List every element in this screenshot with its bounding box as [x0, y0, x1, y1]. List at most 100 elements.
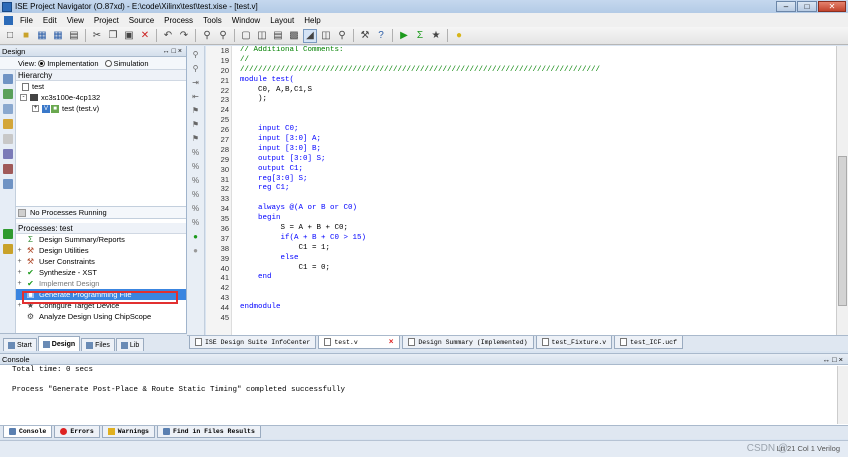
process-item[interactable]: + ⚒ User Constraints — [16, 256, 186, 267]
code-area[interactable]: // Additional Comments://///////////////… — [240, 46, 836, 323]
code-line[interactable]: else — [240, 254, 836, 264]
comment-icon[interactable]: % — [191, 148, 201, 158]
collapse-icon[interactable]: - — [20, 94, 27, 101]
bookmark-icon[interactable]: ⚑ — [191, 106, 201, 116]
uncomment-icon[interactable]: % — [191, 162, 201, 172]
layout-toggle-icon[interactable]: ◢ — [303, 28, 317, 43]
undo-icon[interactable]: ↶ — [161, 29, 175, 43]
close-button[interactable]: ✕ — [818, 1, 846, 12]
code-line[interactable] — [240, 194, 836, 204]
tab-files[interactable]: Files — [81, 338, 115, 351]
code-line[interactable]: if(A + B + C0 > 15) — [240, 234, 836, 244]
code-line[interactable] — [240, 293, 836, 303]
code-line[interactable]: C1 = 0; — [240, 264, 836, 274]
code-line[interactable]: reg[3:0] S; — [240, 175, 836, 185]
code-line[interactable]: output [3:0] S; — [240, 155, 836, 165]
close-tab-icon[interactable]: × — [389, 338, 394, 347]
tab-libraries[interactable]: Lib — [115, 338, 145, 351]
tab-warnings[interactable]: Warnings — [101, 426, 155, 438]
code-line[interactable] — [240, 283, 836, 293]
code-line[interactable]: reg C1; — [240, 184, 836, 194]
doc-tab[interactable]: ISE Design Suite InfoCenter — [189, 336, 317, 349]
simulation-radio[interactable] — [104, 59, 112, 67]
comment-block-icon[interactable]: % — [191, 176, 201, 186]
outdent-icon[interactable]: ⇤ — [191, 92, 201, 102]
window-tile-icon[interactable]: ◫ — [255, 29, 269, 43]
console-scrollbar[interactable] — [837, 366, 848, 424]
code-line[interactable]: ////////////////////////////////////////… — [240, 66, 836, 76]
indent-icon[interactable]: ⇥ — [191, 78, 201, 88]
add-source-icon[interactable] — [2, 89, 13, 99]
code-line[interactable]: end — [240, 273, 836, 283]
design-properties-icon[interactable] — [2, 164, 13, 174]
close-source-icon[interactable] — [2, 134, 13, 144]
code-line[interactable] — [240, 115, 836, 125]
code-line[interactable]: input [3:0] B; — [240, 145, 836, 155]
code-line[interactable]: C0, A,B,C1,S — [240, 86, 836, 96]
lightbulb-icon[interactable]: ● — [452, 29, 466, 43]
doc-tab[interactable]: Design Summary (Implemented) — [402, 336, 534, 349]
print-icon[interactable]: ▤ — [67, 29, 81, 43]
doc-tab[interactable]: test_ICF.ucf — [614, 336, 683, 349]
new-file-icon[interactable]: □ — [3, 29, 17, 43]
code-editor[interactable]: 18 19 20 21 22 23 24 25 26 27 28 29 30 31 32 33 34 35 36 37… — [206, 46, 836, 335]
menu-window[interactable]: Window — [227, 16, 265, 25]
paste-icon[interactable]: ▣ — [122, 29, 136, 43]
process-item[interactable]: + ✔ Synthesize - XST — [16, 267, 186, 278]
menu-tools[interactable]: Tools — [198, 16, 227, 25]
code-line[interactable]: // — [240, 56, 836, 66]
cut-icon[interactable]: ✂ — [90, 29, 104, 43]
sum-icon[interactable]: Σ — [413, 29, 427, 43]
tab-start[interactable]: Start — [3, 338, 37, 351]
minimize-button[interactable]: – — [776, 1, 796, 12]
panel-window-buttons[interactable]: ↔□× — [823, 354, 845, 364]
code-line[interactable]: S = A + B + C0; — [240, 224, 836, 234]
save-icon[interactable]: ▦ — [35, 29, 49, 43]
expand-icon[interactable]: + — [32, 105, 39, 112]
tools-icon[interactable]: ⚒ — [358, 29, 372, 43]
process-properties-icon[interactable] — [2, 244, 13, 254]
menu-process[interactable]: Process — [159, 16, 198, 25]
code-line[interactable]: module test( — [240, 76, 836, 86]
menu-layout[interactable]: Layout — [265, 16, 299, 25]
code-line[interactable]: output C1; — [240, 165, 836, 175]
open-source-icon[interactable] — [2, 119, 13, 129]
view-hierarchy-icon[interactable] — [2, 74, 13, 84]
open-folder-icon[interactable]: ■ — [19, 29, 33, 43]
run-icon[interactable]: ▶ — [397, 29, 411, 43]
bookmark-prev-icon[interactable]: ⚑ — [191, 134, 201, 144]
panel-window-buttons[interactable]: ↔□× — [163, 48, 184, 55]
code-line[interactable]: ); — [240, 95, 836, 105]
scrollbar-thumb[interactable] — [838, 156, 847, 306]
save-all-icon[interactable]: ▦ — [51, 29, 65, 43]
menu-edit[interactable]: Edit — [38, 16, 62, 25]
tab-errors[interactable]: Errors — [54, 426, 100, 438]
uncomment-block-icon[interactable]: % — [191, 190, 201, 200]
schematic-icon[interactable]: ◫ — [319, 29, 333, 43]
find-next-icon[interactable]: ⚲ — [216, 29, 230, 43]
process-item[interactable]: ⚙ Analyze Design Using ChipScope — [16, 311, 186, 322]
menu-project[interactable]: Project — [89, 16, 124, 25]
process-item[interactable]: + ⚒ Design Utilities — [16, 245, 186, 256]
process-item[interactable]: Σ Design Summary/Reports — [16, 234, 186, 245]
console-output[interactable]: Total time: 0 secs Process "Generate Post… — [0, 365, 848, 415]
window-cascade-icon[interactable]: ▢ — [239, 29, 253, 43]
insert-template-icon[interactable]: % — [191, 218, 201, 228]
window-max-icon[interactable]: ▩ — [287, 29, 301, 43]
redo-icon[interactable]: ↷ — [177, 29, 191, 43]
delete-icon[interactable]: ✕ — [138, 29, 152, 43]
doc-tab[interactable]: test.v × — [318, 336, 401, 349]
expand-icon[interactable]: + — [16, 267, 23, 278]
run-process-icon[interactable] — [2, 229, 13, 239]
doc-tab[interactable]: test_Fixture.v — [535, 336, 613, 349]
menu-source[interactable]: Source — [124, 16, 159, 25]
expand-icon[interactable]: + — [16, 278, 23, 289]
editor-scrollbar[interactable] — [836, 46, 848, 335]
tab-find-results[interactable]: Find in Files Results — [156, 426, 261, 438]
view-file-icon[interactable] — [2, 179, 13, 189]
help-context-icon[interactable]: ? — [374, 29, 388, 43]
zoom-icon[interactable]: ⚲ — [335, 29, 349, 43]
code-line[interactable]: begin — [240, 214, 836, 224]
code-line[interactable]: // Additional Comments: — [240, 46, 836, 56]
window-list-icon[interactable]: ▤ — [271, 29, 285, 43]
